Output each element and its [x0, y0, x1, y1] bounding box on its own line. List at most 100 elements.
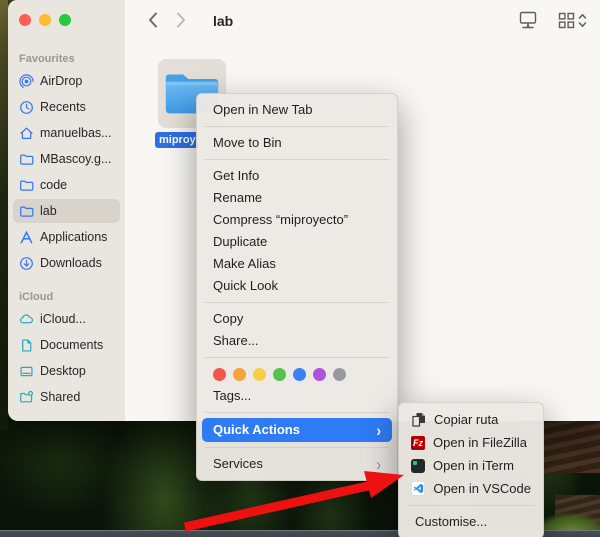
sidebar-section-favourites: Favourites — [8, 53, 125, 67]
menu-item-copy[interactable]: Copy — [197, 308, 397, 330]
sidebar-item-label: AirDrop — [40, 74, 82, 88]
menu-separator — [205, 412, 389, 413]
tag-green[interactable] — [273, 368, 286, 381]
menu-separator — [205, 302, 389, 303]
finder-sidebar: Favourites AirDrop Recents manuelbas... — [8, 0, 125, 421]
sidebar-item-label: iCloud... — [40, 312, 86, 326]
menu-item-get-info[interactable]: Get Info — [197, 165, 397, 187]
view-grid-icon[interactable] — [558, 12, 575, 29]
menu-item-rename[interactable]: Rename — [197, 187, 397, 209]
airdrop-icon — [19, 74, 34, 89]
submenu-item-open-in-filezilla[interactable]: Fz Open in FileZilla — [399, 431, 543, 454]
shared-folder-icon — [19, 390, 34, 405]
sidebar-item-icloud-drive[interactable]: iCloud... — [13, 307, 120, 331]
services-label: Services — [213, 453, 263, 475]
tag-gray[interactable] — [333, 368, 346, 381]
back-button[interactable] — [147, 11, 159, 29]
sidebar-item-label: code — [40, 178, 67, 192]
menu-separator — [205, 447, 389, 448]
menu-item-services[interactable]: Services › — [197, 453, 397, 475]
sidebar-item-mbascoy[interactable]: MBascoy.g... — [13, 147, 120, 171]
submenu-item-copiar-ruta[interactable]: Copiar ruta — [399, 408, 543, 431]
menu-item-tags[interactable]: Tags... — [197, 385, 397, 407]
menu-separator — [407, 505, 535, 506]
sidebar-item-recents[interactable]: Recents — [13, 95, 120, 119]
tag-red[interactable] — [213, 368, 226, 381]
sidebar-item-documents[interactable]: Documents — [13, 333, 120, 357]
menu-item-share[interactable]: Share... — [197, 330, 397, 352]
desktop-screen: Favourites AirDrop Recents manuelbas... — [0, 0, 600, 537]
tag-blue[interactable] — [293, 368, 306, 381]
traffic-lights — [8, 14, 125, 26]
forward-button[interactable] — [175, 11, 187, 29]
sidebar-item-label: Downloads — [40, 256, 102, 270]
zoom-window-button[interactable] — [59, 14, 71, 26]
folder-icon — [19, 204, 34, 219]
menu-item-duplicate[interactable]: Duplicate — [197, 231, 397, 253]
applications-icon — [19, 230, 34, 245]
cloud-icon — [19, 312, 34, 327]
menu-item-make-alias[interactable]: Make Alias — [197, 253, 397, 275]
submenu-item-label: Open in VSCode — [433, 481, 531, 496]
submenu-item-label: Open in iTerm — [433, 458, 514, 473]
menu-separator — [205, 159, 389, 160]
tag-yellow[interactable] — [253, 368, 266, 381]
context-menu: Open in New Tab Move to Bin Get Info Ren… — [196, 93, 398, 481]
submenu-item-customise[interactable]: Customise... — [399, 511, 543, 533]
submenu-item-open-in-vscode[interactable]: Open in VSCode — [399, 477, 543, 500]
sidebar-item-label: manuelbas... — [40, 126, 112, 140]
chevron-right-icon: › — [376, 451, 381, 477]
menu-item-quick-look[interactable]: Quick Look — [197, 275, 397, 297]
sidebar-item-airdrop[interactable]: AirDrop — [13, 69, 120, 93]
wallpaper-left-strip — [0, 0, 8, 430]
sidebar-item-label: Applications — [40, 230, 107, 244]
chevron-right-icon: › — [376, 416, 381, 445]
sidebar-item-shared[interactable]: Shared — [13, 385, 120, 409]
tag-orange[interactable] — [233, 368, 246, 381]
sidebar-item-lab[interactable]: lab — [13, 199, 120, 223]
submenu-item-open-in-iterm[interactable]: Open in iTerm — [399, 454, 543, 477]
folder-name-label: miproyecto — [155, 132, 199, 148]
sidebar-item-desktop[interactable]: Desktop — [13, 359, 120, 383]
view-selector-chevrons-icon[interactable] — [578, 12, 587, 29]
sidebar-section-icloud: iCloud — [8, 291, 125, 305]
nav-controls — [147, 11, 187, 29]
folder-icon — [19, 178, 34, 193]
submenu-item-label: Copiar ruta — [434, 412, 498, 427]
clock-icon — [19, 100, 34, 115]
folder-icon — [19, 152, 34, 167]
downloads-icon — [19, 256, 34, 271]
sidebar-item-label: Shared — [40, 390, 80, 404]
toolbar-right-controls — [518, 10, 587, 30]
vscode-icon — [411, 481, 425, 496]
screen-sharing-icon[interactable] — [518, 10, 538, 30]
copy-path-icon — [411, 412, 426, 427]
window-title: lab — [213, 13, 233, 29]
menu-item-open-in-new-tab[interactable]: Open in New Tab — [197, 99, 397, 121]
sidebar-item-home[interactable]: manuelbas... — [13, 121, 120, 145]
sidebar-item-downloads[interactable]: Downloads — [13, 251, 120, 275]
sidebar-item-label: Recents — [40, 100, 86, 114]
iterm-icon — [411, 459, 425, 473]
sidebar-item-applications[interactable]: Applications — [13, 225, 120, 249]
desktop-icon — [19, 364, 34, 379]
menu-separator — [205, 357, 389, 358]
document-icon — [19, 338, 34, 353]
menu-separator — [205, 126, 389, 127]
menu-item-quick-actions[interactable]: Quick Actions › — [202, 418, 392, 442]
sidebar-item-label: lab — [40, 204, 57, 218]
filezilla-icon: Fz — [411, 436, 425, 450]
menu-item-move-to-bin[interactable]: Move to Bin — [197, 132, 397, 154]
sidebar-item-label: Desktop — [40, 364, 86, 378]
home-icon — [19, 126, 34, 141]
minimize-window-button[interactable] — [39, 14, 51, 26]
sidebar-item-code[interactable]: code — [13, 173, 120, 197]
close-window-button[interactable] — [19, 14, 31, 26]
sidebar-item-label: MBascoy.g... — [40, 152, 111, 166]
quick-actions-label: Quick Actions — [213, 418, 300, 442]
submenu-item-label: Open in FileZilla — [433, 435, 527, 450]
tag-color-row — [197, 363, 397, 385]
quick-actions-submenu: Copiar ruta Fz Open in FileZilla Open in… — [398, 402, 544, 537]
tag-purple[interactable] — [313, 368, 326, 381]
menu-item-compress[interactable]: Compress “miproyecto” — [197, 209, 397, 231]
